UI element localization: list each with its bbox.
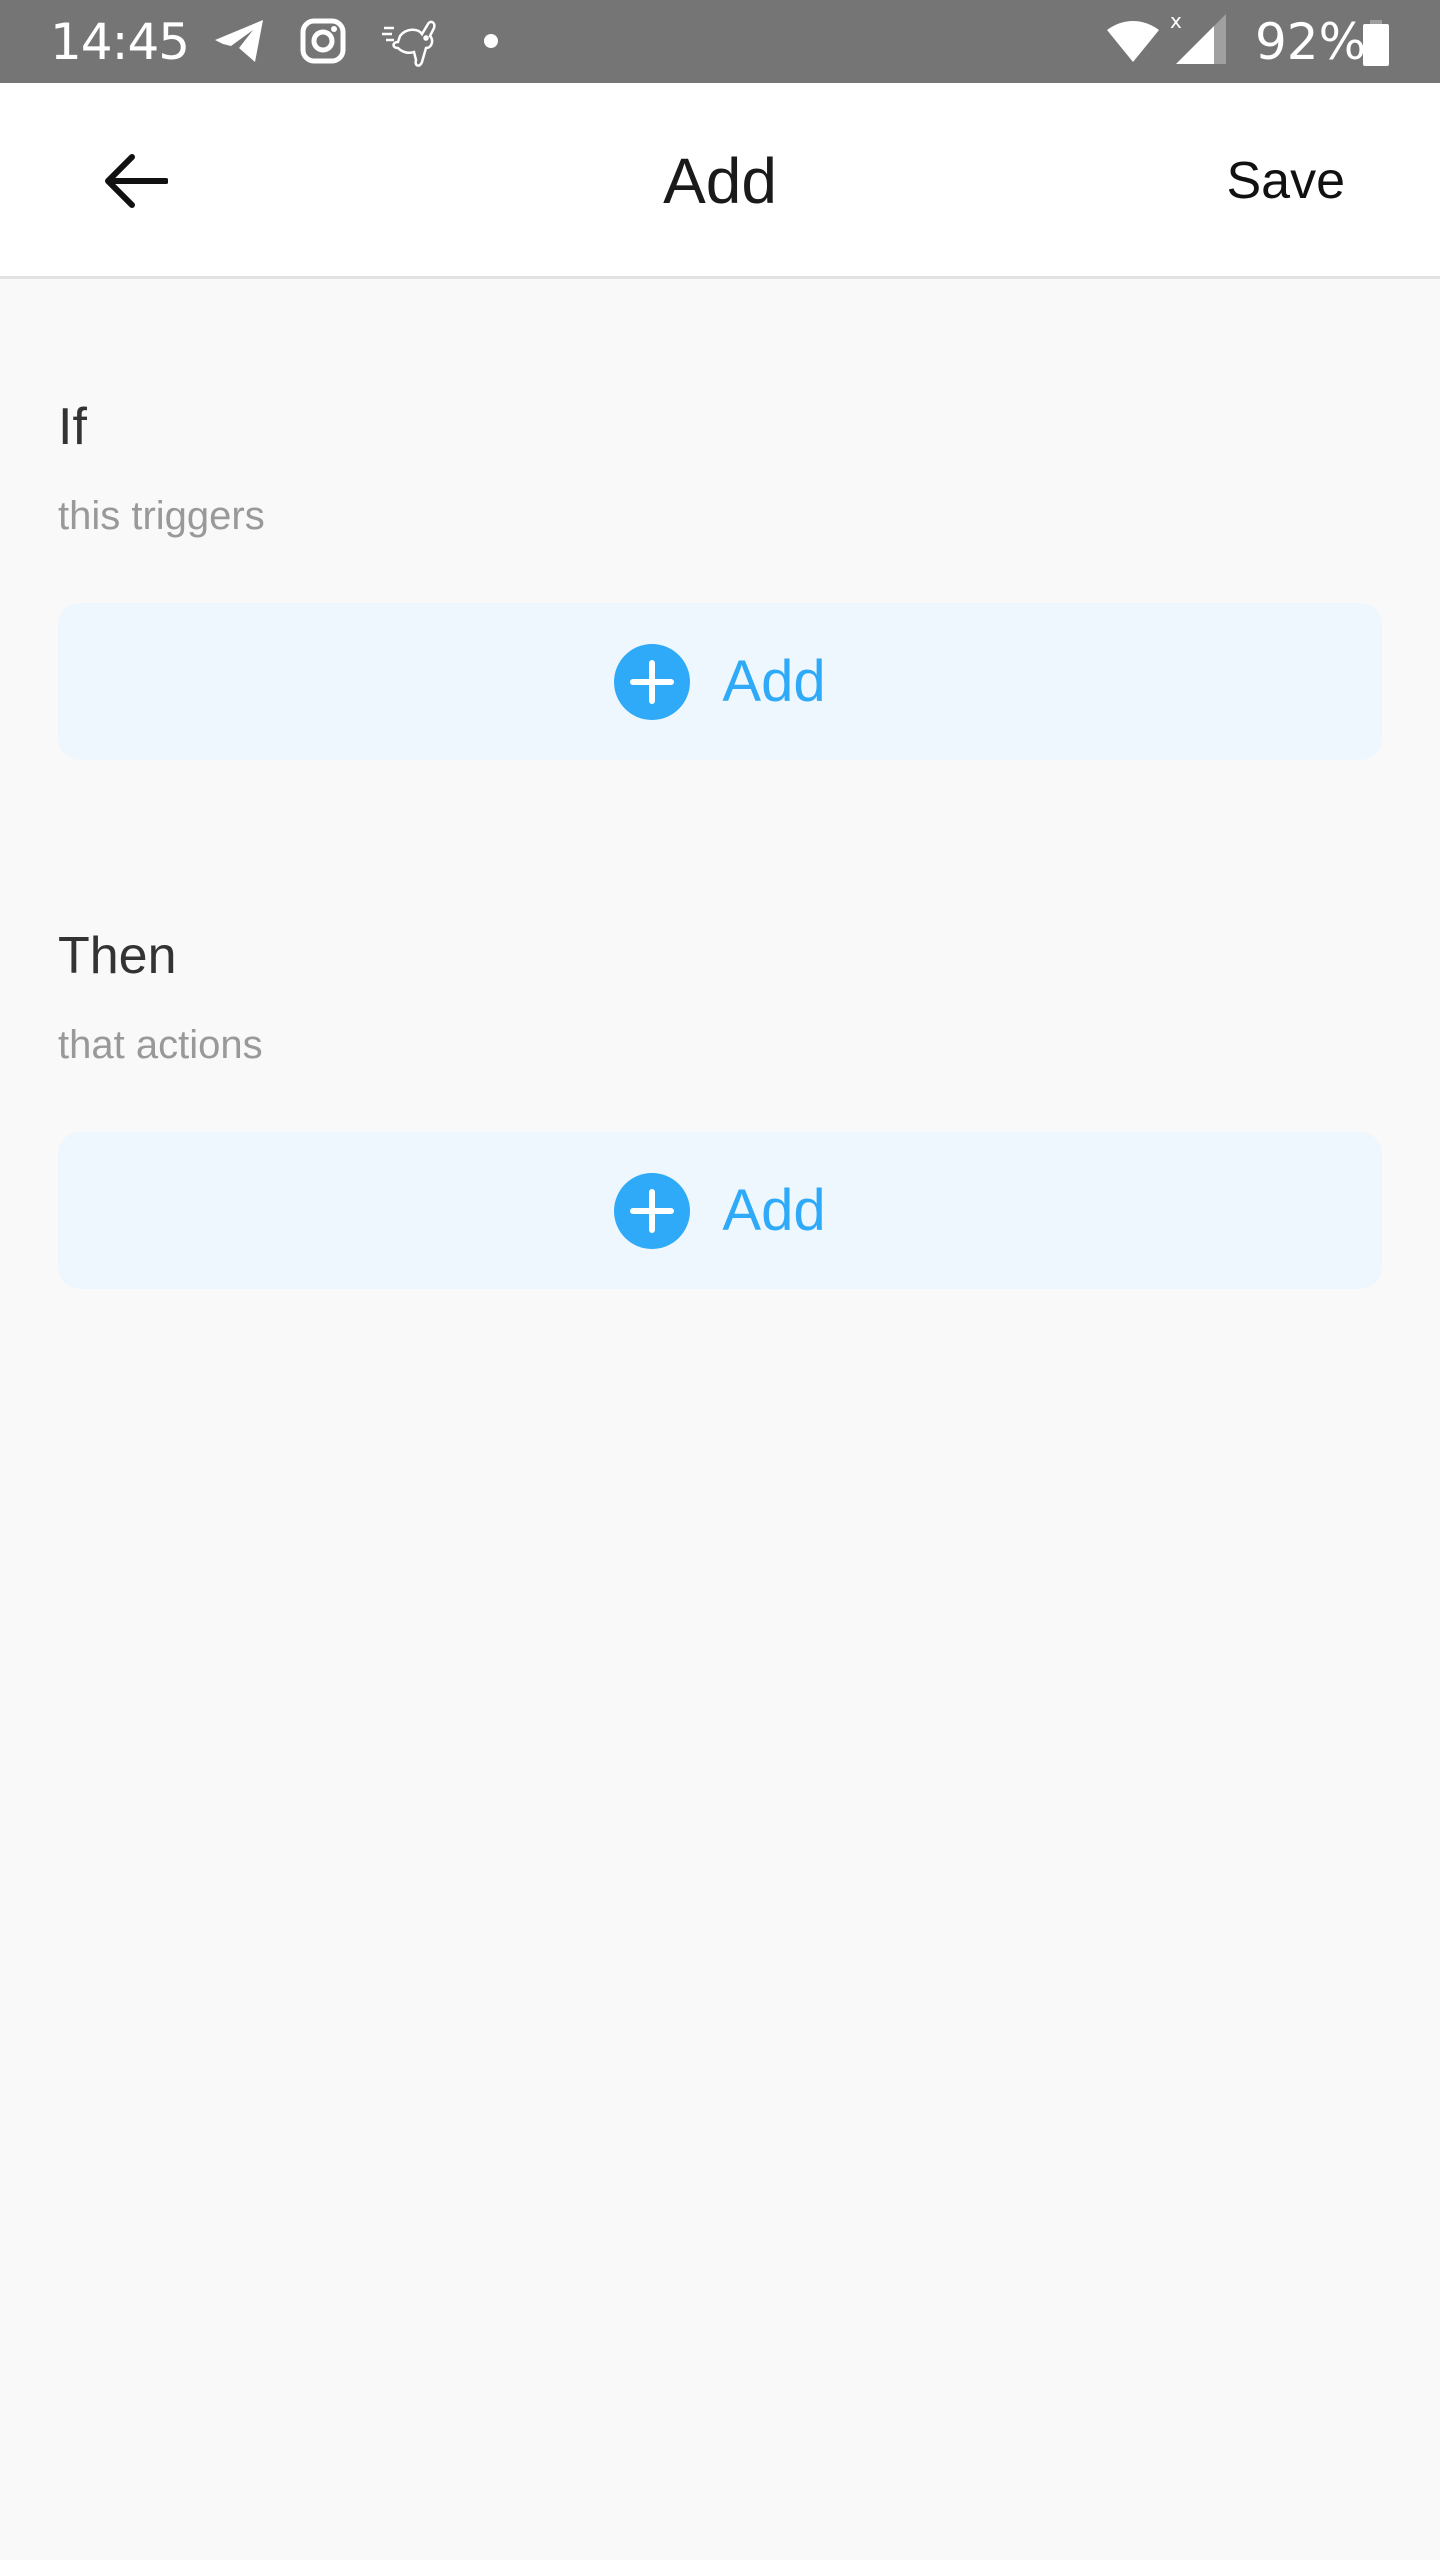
battery-icon — [1362, 20, 1390, 71]
save-button[interactable]: Save — [1226, 151, 1345, 211]
app-header: Add Save — [0, 83, 1440, 279]
status-bar: 14:45 x 92% — [0, 0, 1440, 83]
instagram-icon — [300, 18, 346, 69]
then-section-title: Then — [58, 927, 177, 985]
add-trigger-button[interactable]: Add — [58, 603, 1382, 760]
telegram-icon — [213, 18, 265, 69]
battery-percent: 92% — [1255, 13, 1367, 71]
plus-circle-icon — [614, 643, 691, 720]
cellular-signal-no-data-icon: x — [1170, 9, 1230, 73]
dot-icon — [484, 34, 498, 48]
add-trigger-label: Add — [722, 648, 826, 714]
if-section-subtitle: this triggers — [58, 494, 265, 538]
if-section-title: If — [58, 398, 87, 456]
add-action-label: Add — [722, 1177, 826, 1243]
wifi-icon — [1105, 20, 1161, 69]
page-title: Add — [663, 145, 777, 217]
plus-circle-icon — [614, 1172, 691, 1249]
then-section-subtitle: that actions — [58, 1023, 263, 1067]
add-action-button[interactable]: Add — [58, 1132, 1382, 1289]
rabbit-icon — [380, 18, 440, 75]
svg-text:x: x — [1170, 12, 1182, 33]
status-time: 14:45 — [50, 13, 190, 71]
